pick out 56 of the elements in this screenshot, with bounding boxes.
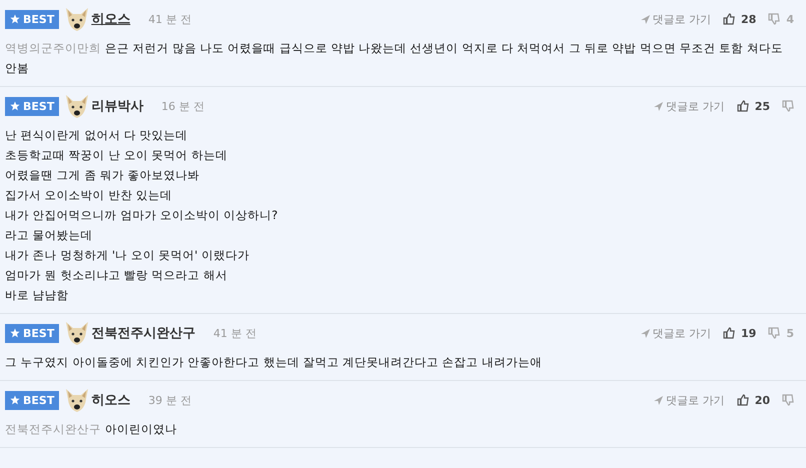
comment-line: 난 편식이란게 없어서 다 맛있는데 — [5, 127, 189, 144]
mention-link[interactable]: 역병의군주이만희 — [5, 41, 101, 55]
send-arrow-icon — [640, 328, 650, 338]
timestamp: 39 분 전 — [148, 392, 192, 408]
best-badge: BEST — [5, 390, 60, 410]
username-link[interactable]: 히오스 — [91, 10, 130, 28]
comment-line: 바로 냠냠함 — [5, 287, 70, 304]
star-icon — [10, 395, 20, 405]
comment-text: 역병의군주이만희 은근 저런거 많음 나도 어렸을때 급식으로 약밥 나왔는데 선생년이 억지로 다 처먹여서 그 뒤로 약밥 먹으면 무조건 토함 쳐다도 안봄 — [5, 40, 784, 77]
thumbs-up-icon[interactable] — [723, 13, 736, 25]
dislike-count: 5 — [786, 326, 794, 340]
like-count: 28 — [741, 12, 756, 26]
dog-avatar-icon — [65, 93, 90, 119]
comment-line: 라고 물어봤는데 — [5, 227, 94, 244]
username-link[interactable]: 리뷰박사 — [91, 97, 144, 115]
comment-line: 내가 존나 멍청하게 '나 오이 못먹어' 이랬다가 — [5, 247, 250, 264]
username-link[interactable]: 히오스 — [91, 391, 130, 409]
star-icon — [10, 14, 20, 24]
best-badge: BEST — [5, 96, 60, 116]
star-icon — [10, 328, 20, 338]
dog-avatar-icon — [65, 387, 90, 413]
thumbs-up-icon[interactable] — [723, 327, 736, 339]
thumbs-down-icon[interactable] — [782, 100, 794, 112]
timestamp: 16 분 전 — [161, 98, 204, 114]
timestamp: 41 분 전 — [213, 326, 256, 340]
thumbs-down-icon[interactable] — [768, 327, 780, 339]
send-arrow-icon — [654, 102, 664, 110]
thumbs-up-icon[interactable] — [736, 394, 749, 406]
dislike-count: 4 — [786, 12, 794, 26]
reply-link[interactable]: 댓글로 가기 — [654, 98, 725, 114]
like-count: 19 — [741, 326, 756, 340]
comment-text: 전북전주시완산구 아이린이였나 — [5, 421, 178, 438]
comment-line: 엄마가 뭔 헛소리냐고 빨랑 먹으라고 해서 — [5, 267, 228, 284]
username-link[interactable]: 전북전주시완산구 — [91, 324, 196, 342]
like-count: 20 — [754, 394, 770, 406]
star-icon — [10, 101, 20, 111]
thumbs-down-icon[interactable] — [782, 394, 794, 406]
send-arrow-icon — [654, 396, 664, 404]
reply-link[interactable]: 댓글로 가기 — [640, 326, 712, 340]
send-arrow-icon — [640, 14, 650, 24]
comment-line: 집가서 오이소박이 반찬 있는데 — [5, 187, 173, 204]
dog-avatar-icon — [65, 6, 90, 32]
like-count: 25 — [754, 100, 770, 112]
thumbs-up-icon[interactable] — [736, 100, 749, 112]
thumbs-down-icon[interactable] — [768, 13, 780, 25]
best-badge: BEST — [5, 10, 60, 28]
comment-line: 그 누구였지 아이돌중에 치킨인가 안좋아한다고 했는데 잘먹고 계단못내려간다고 손잡고 내려가는애 — [5, 354, 543, 371]
best-badge: BEST — [5, 324, 60, 342]
comment-line: 어렸을땐 그게 좀 뭐가 좋아보였나봐 — [5, 167, 201, 184]
comment-line: 내가 안집어먹으니까 엄마가 오이소박이 이상하니? — [5, 207, 279, 224]
reply-link[interactable]: 댓글로 가기 — [640, 12, 712, 26]
timestamp: 41 분 전 — [148, 12, 192, 26]
comment-line: 초등학교때 짝꿍이 난 오이 못먹어 하는데 — [5, 147, 228, 164]
mention-link[interactable]: 전북전주시완산구 — [5, 422, 101, 436]
dog-avatar-icon — [65, 320, 90, 346]
reply-link[interactable]: 댓글로 가기 — [654, 392, 725, 408]
